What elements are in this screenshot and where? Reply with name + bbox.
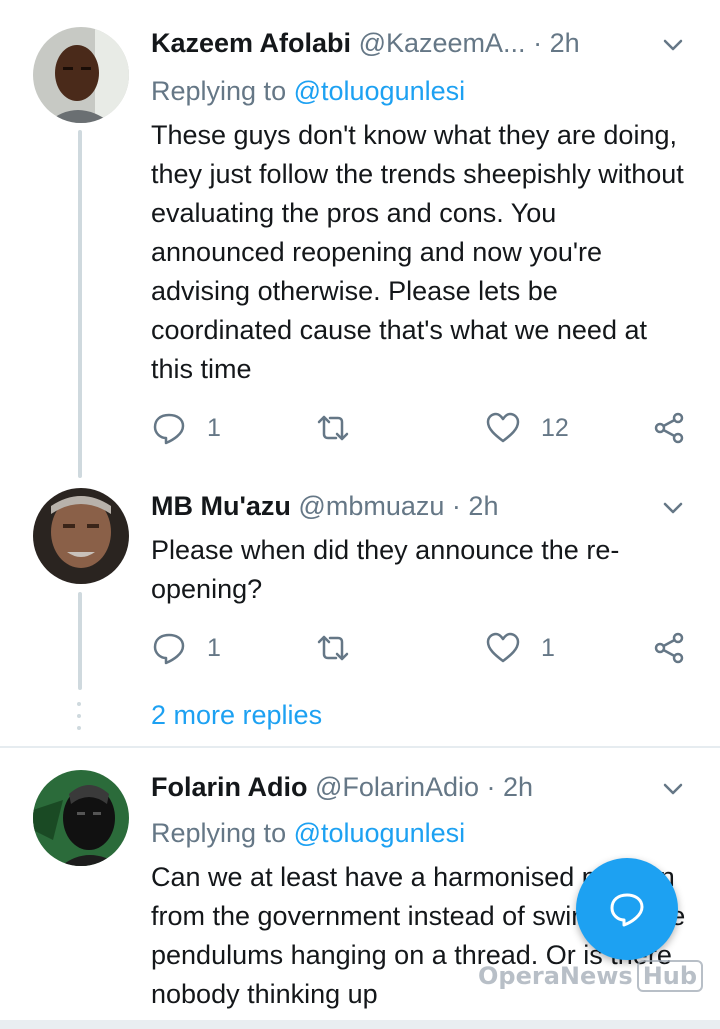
watermark: OperaNews Hub (478, 960, 704, 992)
like-button[interactable]: 1 (485, 628, 555, 668)
avatar[interactable] (33, 488, 129, 584)
retweet-button[interactable] (315, 408, 371, 448)
display-name[interactable]: Kazeem Afolabi (151, 28, 351, 58)
like-button[interactable]: 12 (485, 408, 569, 448)
thread-line (78, 130, 82, 478)
separator: · (486, 772, 496, 802)
replying-to: Replying to @toluogunlesi (151, 818, 465, 849)
tweet-header: Folarin Adio @FolarinAdio · 2h (151, 772, 680, 803)
reply-count: 1 (207, 633, 221, 662)
user-handle[interactable]: @mbmuazu (298, 491, 444, 521)
share-icon (654, 632, 684, 664)
more-replies-link[interactable]: 2 more replies (151, 700, 322, 731)
share-icon (654, 412, 684, 444)
divider (0, 746, 720, 748)
retweet-icon (317, 415, 349, 441)
separator: · (451, 491, 461, 521)
timestamp[interactable]: 2h (468, 491, 498, 521)
reply-button[interactable]: 1 (151, 408, 221, 448)
tweet-text: These guys don't know what they are doin… (151, 120, 684, 384)
share-button[interactable] (651, 628, 687, 668)
thread-dots (77, 702, 83, 738)
replying-to-label: Replying to (151, 818, 294, 848)
reply-icon (153, 633, 185, 665)
like-icon (486, 632, 520, 663)
watermark-brand: OperaNews (478, 962, 633, 990)
avatar[interactable] (33, 27, 129, 123)
like-icon (486, 412, 520, 443)
display-name[interactable]: MB Mu'azu (151, 491, 291, 521)
tweet-header: Kazeem Afolabi @KazeemA... · 2h (151, 28, 680, 59)
tweet-actions: 1 1 (151, 628, 691, 668)
retweet-icon (317, 635, 349, 661)
compose-reply-button[interactable] (576, 858, 678, 960)
replying-to: Replying to @toluogunlesi (151, 76, 465, 107)
tweet-header: MB Mu'azu @mbmuazu · 2h (151, 491, 680, 522)
like-count: 12 (541, 413, 569, 442)
user-handle[interactable]: @FolarinAdio (315, 772, 479, 802)
reply-button[interactable]: 1 (151, 628, 221, 668)
user-handle[interactable]: @KazeemA... (359, 28, 526, 58)
compose-reply-icon (610, 893, 644, 927)
caret-down-icon[interactable] (658, 774, 688, 804)
watermark-suffix: Hub (636, 960, 704, 992)
thread-line (78, 592, 82, 690)
replying-to-label: Replying to (151, 76, 294, 106)
share-button[interactable] (651, 408, 687, 448)
caret-down-icon[interactable] (658, 493, 688, 523)
mention-link[interactable]: @toluogunlesi (294, 818, 466, 848)
avatar[interactable] (33, 770, 129, 866)
retweet-button[interactable] (315, 628, 371, 668)
reply-icon (153, 413, 185, 445)
like-count: 1 (541, 633, 555, 662)
bottom-bar (0, 1020, 720, 1029)
timestamp[interactable]: 2h (550, 28, 580, 58)
tweet-text: Please when did they announce the re-ope… (151, 535, 620, 604)
separator: · (533, 28, 543, 58)
reply-count: 1 (207, 413, 221, 442)
mention-link[interactable]: @toluogunlesi (294, 76, 466, 106)
tweet-actions: 1 12 (151, 408, 691, 448)
timestamp[interactable]: 2h (503, 772, 533, 802)
caret-down-icon[interactable] (658, 30, 688, 60)
display-name[interactable]: Folarin Adio (151, 772, 308, 802)
